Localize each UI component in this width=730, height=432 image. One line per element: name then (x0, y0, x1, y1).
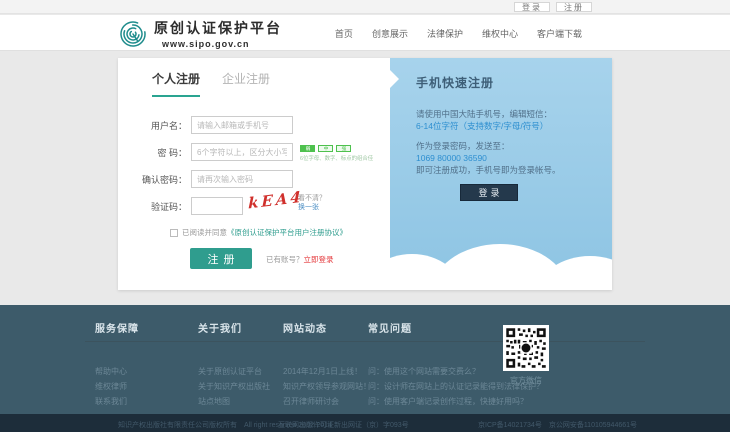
strength-medium-pill: 中 (318, 145, 333, 152)
footer-link[interactable]: 关于知识产权出版社 (198, 379, 270, 394)
have-account-text: 已有账号？立即登录 (266, 254, 334, 265)
tab-enterprise-register[interactable]: 企业注册 (222, 70, 270, 97)
captcha-refresh-link[interactable]: 换一张 (298, 203, 326, 212)
sms-format-text: 6-14位字符（支持数字/字母/符号） (416, 120, 561, 132)
login-now-link[interactable]: 立即登录 (304, 255, 334, 264)
icp-text: 京ICP备14021734号 京公网安备110105944661号 (478, 420, 637, 430)
sms-number: 1069 80000 36590 (416, 152, 561, 164)
password-label: 密 码： (132, 146, 187, 159)
agreement-link[interactable]: 《原创认证保护平台用户注册协议》 (227, 227, 347, 238)
username-input[interactable] (191, 116, 293, 134)
footer-col-news: 网站动态 2014年12月1日上线！ 知识产权领导参观网站！ 召开律师研讨会 (283, 320, 371, 409)
site-title: 原创认证保护平台 (154, 18, 282, 38)
captcha-label: 验证码： (132, 200, 187, 213)
footer-col-about: 关于我们 关于原创认证平台 关于知识产权出版社 站点地图 (198, 320, 270, 409)
footer-link[interactable]: 知识产权领导参观网站！ (283, 379, 371, 394)
captcha-row: 验证码： (132, 197, 243, 215)
confirm-password-input[interactable] (191, 170, 293, 188)
username-label: 用户名： (132, 119, 187, 132)
nav-home[interactable]: 首页 (335, 27, 353, 40)
wechat-qr-label: 官方微信 (503, 375, 549, 386)
site-logo[interactable]: 原创认证保护平台 www.sipo.gov.cn (118, 18, 282, 49)
site-header: 原创认证保护平台 www.sipo.gov.cn 首页 创意展示 法律保护 维权… (0, 15, 730, 51)
footer-link[interactable]: 问：使用客户端记录创作过程，快捷好用吗？ (368, 394, 544, 409)
nav-legal-protection[interactable]: 法律保护 (427, 27, 463, 40)
sms-instruction-line1: 请使用中国大陆手机号，编辑短信： (416, 108, 561, 120)
footer-link[interactable]: 维权律师 (95, 379, 139, 394)
agreement-prefix: 已阅读并同意 (182, 227, 227, 238)
panel-notch (390, 70, 399, 88)
wechat-qr-code (503, 325, 549, 371)
site-footer: 服务保障 帮助中心 维权律师 联系我们 关于我们 关于原创认证平台 关于知识产权… (0, 305, 730, 414)
sms-instruction-line3: 作为登录密码，发送至： (416, 140, 561, 152)
cloud-decoration (390, 280, 612, 290)
nav-rights-center[interactable]: 维权中心 (482, 27, 518, 40)
username-row: 用户名： (132, 116, 293, 134)
site-url: www.sipo.gov.cn (162, 39, 282, 49)
login-button[interactable]: 登录 (514, 2, 550, 12)
register-button[interactable]: 注册 (556, 2, 592, 12)
submit-register-button[interactable]: 注册 (190, 248, 252, 269)
footer-col-service: 服务保障 帮助中心 维权律师 联系我们 (95, 320, 139, 409)
confirm-password-row: 确认密码： (132, 170, 293, 188)
registration-card: 个人注册 企业注册 用户名： 密 码： 弱 中 强 6位字母、数字、标点的组合佳… (118, 58, 612, 290)
copyright-bar: 知识产权出版社有限责任公司版权所有 All right reserved 200… (0, 414, 730, 432)
mobile-panel-title: 手机快速注册 (416, 74, 494, 91)
agreement-checkbox[interactable] (170, 229, 178, 237)
nav-client-download[interactable]: 客户端下载 (537, 27, 582, 40)
panel-login-button[interactable]: 登录 (460, 184, 518, 201)
footer-link[interactable]: 2014年12月1日上线！ (283, 364, 371, 379)
register-tabs: 个人注册 企业注册 (152, 70, 270, 97)
strength-hint: 6位字母、数字、标点的组合佳 (300, 154, 366, 162)
fingerprint-logo-icon (118, 19, 148, 49)
footer-heading: 服务保障 (95, 320, 139, 335)
footer-link[interactable]: 帮助中心 (95, 364, 139, 379)
confirm-password-label: 确认密码： (132, 173, 187, 186)
top-utility-bar: 登录 注册 (0, 0, 730, 14)
footer-link[interactable]: 召开律师研讨会 (283, 394, 371, 409)
footer-heading: 网站动态 (283, 320, 371, 335)
sms-instruction-line5: 即可注册成功，手机号即为登录帐号。 (416, 164, 561, 176)
strength-weak-pill: 弱 (300, 145, 315, 152)
strength-strong-pill: 强 (336, 145, 351, 152)
mobile-register-panel: 手机快速注册 请使用中国大陆手机号，编辑短信： 6-14位字符（支持数字/字母/… (390, 58, 612, 290)
mobile-panel-instructions: 请使用中国大陆手机号，编辑短信： 6-14位字符（支持数字/字母/符号） 作为登… (416, 108, 561, 176)
captcha-image: kEA4 (248, 188, 304, 213)
footer-link[interactable]: 关于原创认证平台 (198, 364, 270, 379)
agreement-row: 已阅读并同意 《原创认证保护平台用户注册协议》 (170, 227, 347, 238)
tab-personal-register[interactable]: 个人注册 (152, 70, 200, 97)
password-input[interactable] (191, 143, 293, 161)
license-text: 互联网出版许可证新出网证（京）字093号 (278, 420, 409, 430)
captcha-cant-see-link[interactable]: 看不清？ (298, 194, 326, 203)
nav-creative-display[interactable]: 创意展示 (372, 27, 408, 40)
main-nav: 首页 创意展示 法律保护 维权中心 客户端下载 (335, 15, 582, 51)
footer-link[interactable]: 联系我们 (95, 394, 139, 409)
password-row: 密 码： (132, 143, 293, 161)
footer-heading: 关于我们 (198, 320, 270, 335)
captcha-input[interactable] (191, 197, 243, 215)
footer-link[interactable]: 站点地图 (198, 394, 270, 409)
